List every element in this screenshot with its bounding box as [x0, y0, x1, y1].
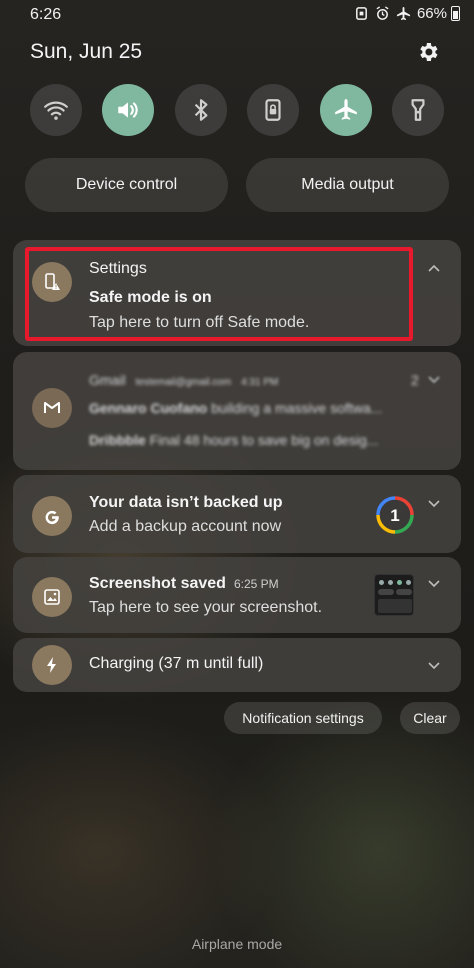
- gmail-line-2: Dribbble Final 48 hours to save big on d…: [89, 432, 378, 448]
- charging-title: Charging (37 m until full): [89, 655, 264, 672]
- backup-title: Your data isn’t backed up: [89, 494, 283, 511]
- airplane-icon: [334, 99, 357, 120]
- chevron-down-icon[interactable]: [427, 576, 441, 590]
- chevron-down-icon[interactable]: [427, 658, 441, 672]
- lightning-icon: [47, 657, 56, 673]
- gmail-app-name: Gmail: [89, 372, 126, 388]
- google-app-icon: [32, 496, 72, 536]
- gmail-count: 2: [411, 372, 419, 388]
- notification-settings-button[interactable]: Notification settings: [224, 702, 382, 734]
- clear-button[interactable]: Clear: [400, 702, 460, 734]
- airplane-status-icon: [396, 6, 411, 21]
- gmail-sender-2: Dribbble: [89, 432, 146, 448]
- gmail-sender-1: Gennaro Cuofano: [89, 400, 208, 416]
- flashlight-icon: [411, 99, 425, 121]
- image-icon: [44, 589, 60, 605]
- rotation-lock-toggle[interactable]: [247, 84, 300, 136]
- gmail-line-1: Gennaro Cuofano building a massive softw…: [89, 400, 382, 416]
- sound-toggle[interactable]: [102, 84, 155, 136]
- screenshot-time: 6:25 PM: [233, 577, 279, 591]
- highlight-box: [25, 247, 413, 341]
- bluetooth-toggle[interactable]: [174, 84, 227, 136]
- chevron-up-icon[interactable]: [427, 262, 441, 276]
- chevron-down-icon[interactable]: [427, 496, 441, 510]
- battery-icon: [451, 6, 460, 21]
- status-time: 6:26: [30, 6, 62, 23]
- gmail-time: 4:31 PM: [241, 377, 279, 388]
- google-one-badge: 1: [390, 506, 399, 525]
- gmail-icon: [44, 402, 60, 413]
- battery-indicator: 66%: [417, 5, 460, 22]
- screenshot-text: Tap here to see your screenshot.: [89, 599, 323, 616]
- wifi-icon: [44, 101, 68, 120]
- battery-percent: 66%: [416, 5, 447, 22]
- gmail-app-icon: [32, 388, 72, 428]
- settings-gear-icon[interactable]: [416, 40, 440, 64]
- screenshot-title: Screenshot saved: [89, 575, 226, 592]
- media-output-button[interactable]: Media output: [246, 158, 449, 212]
- quick-settings-row: [30, 84, 444, 136]
- wifi-toggle[interactable]: [30, 84, 82, 136]
- gmail-header: Gmail testemail@gmail.com 4:31 PM: [89, 372, 278, 388]
- gmail-account: testemail@gmail.com: [135, 377, 232, 388]
- chevron-down-icon[interactable]: [427, 372, 441, 386]
- gmail-snippet-2: Final 48 hours to save big on desig...: [149, 432, 379, 448]
- flashlight-toggle[interactable]: [391, 84, 444, 136]
- google-one-icon: 1: [376, 496, 414, 534]
- notification-gmail[interactable]: Gmail testemail@gmail.com 4:31 PM 2 Genn…: [13, 352, 461, 470]
- airplane-mode-label: Airplane mode: [191, 936, 283, 952]
- google-g-icon: [45, 510, 59, 525]
- battery-saver-icon: [356, 7, 367, 20]
- backup-text: Add a backup account now: [89, 518, 282, 535]
- screenshot-thumbnail[interactable]: [374, 574, 414, 616]
- gallery-app-icon: [32, 577, 72, 617]
- bluetooth-icon: [194, 99, 208, 121]
- screenshot-title-row: Screenshot saved 6:25 PM: [89, 575, 279, 593]
- notification-charging[interactable]: Charging (37 m until full): [13, 638, 461, 692]
- gmail-snippet-1: building a massive softwa...: [211, 400, 383, 416]
- sound-icon: [118, 102, 139, 118]
- airplane-mode-toggle[interactable]: [319, 84, 372, 136]
- rotation-lock-icon: [265, 99, 281, 121]
- date-label: Sun, Jun 25: [30, 40, 143, 63]
- charging-app-icon: [32, 645, 72, 685]
- device-control-button[interactable]: Device control: [25, 158, 228, 212]
- status-icons: 66%: [354, 5, 460, 22]
- alarm-icon: [376, 6, 389, 20]
